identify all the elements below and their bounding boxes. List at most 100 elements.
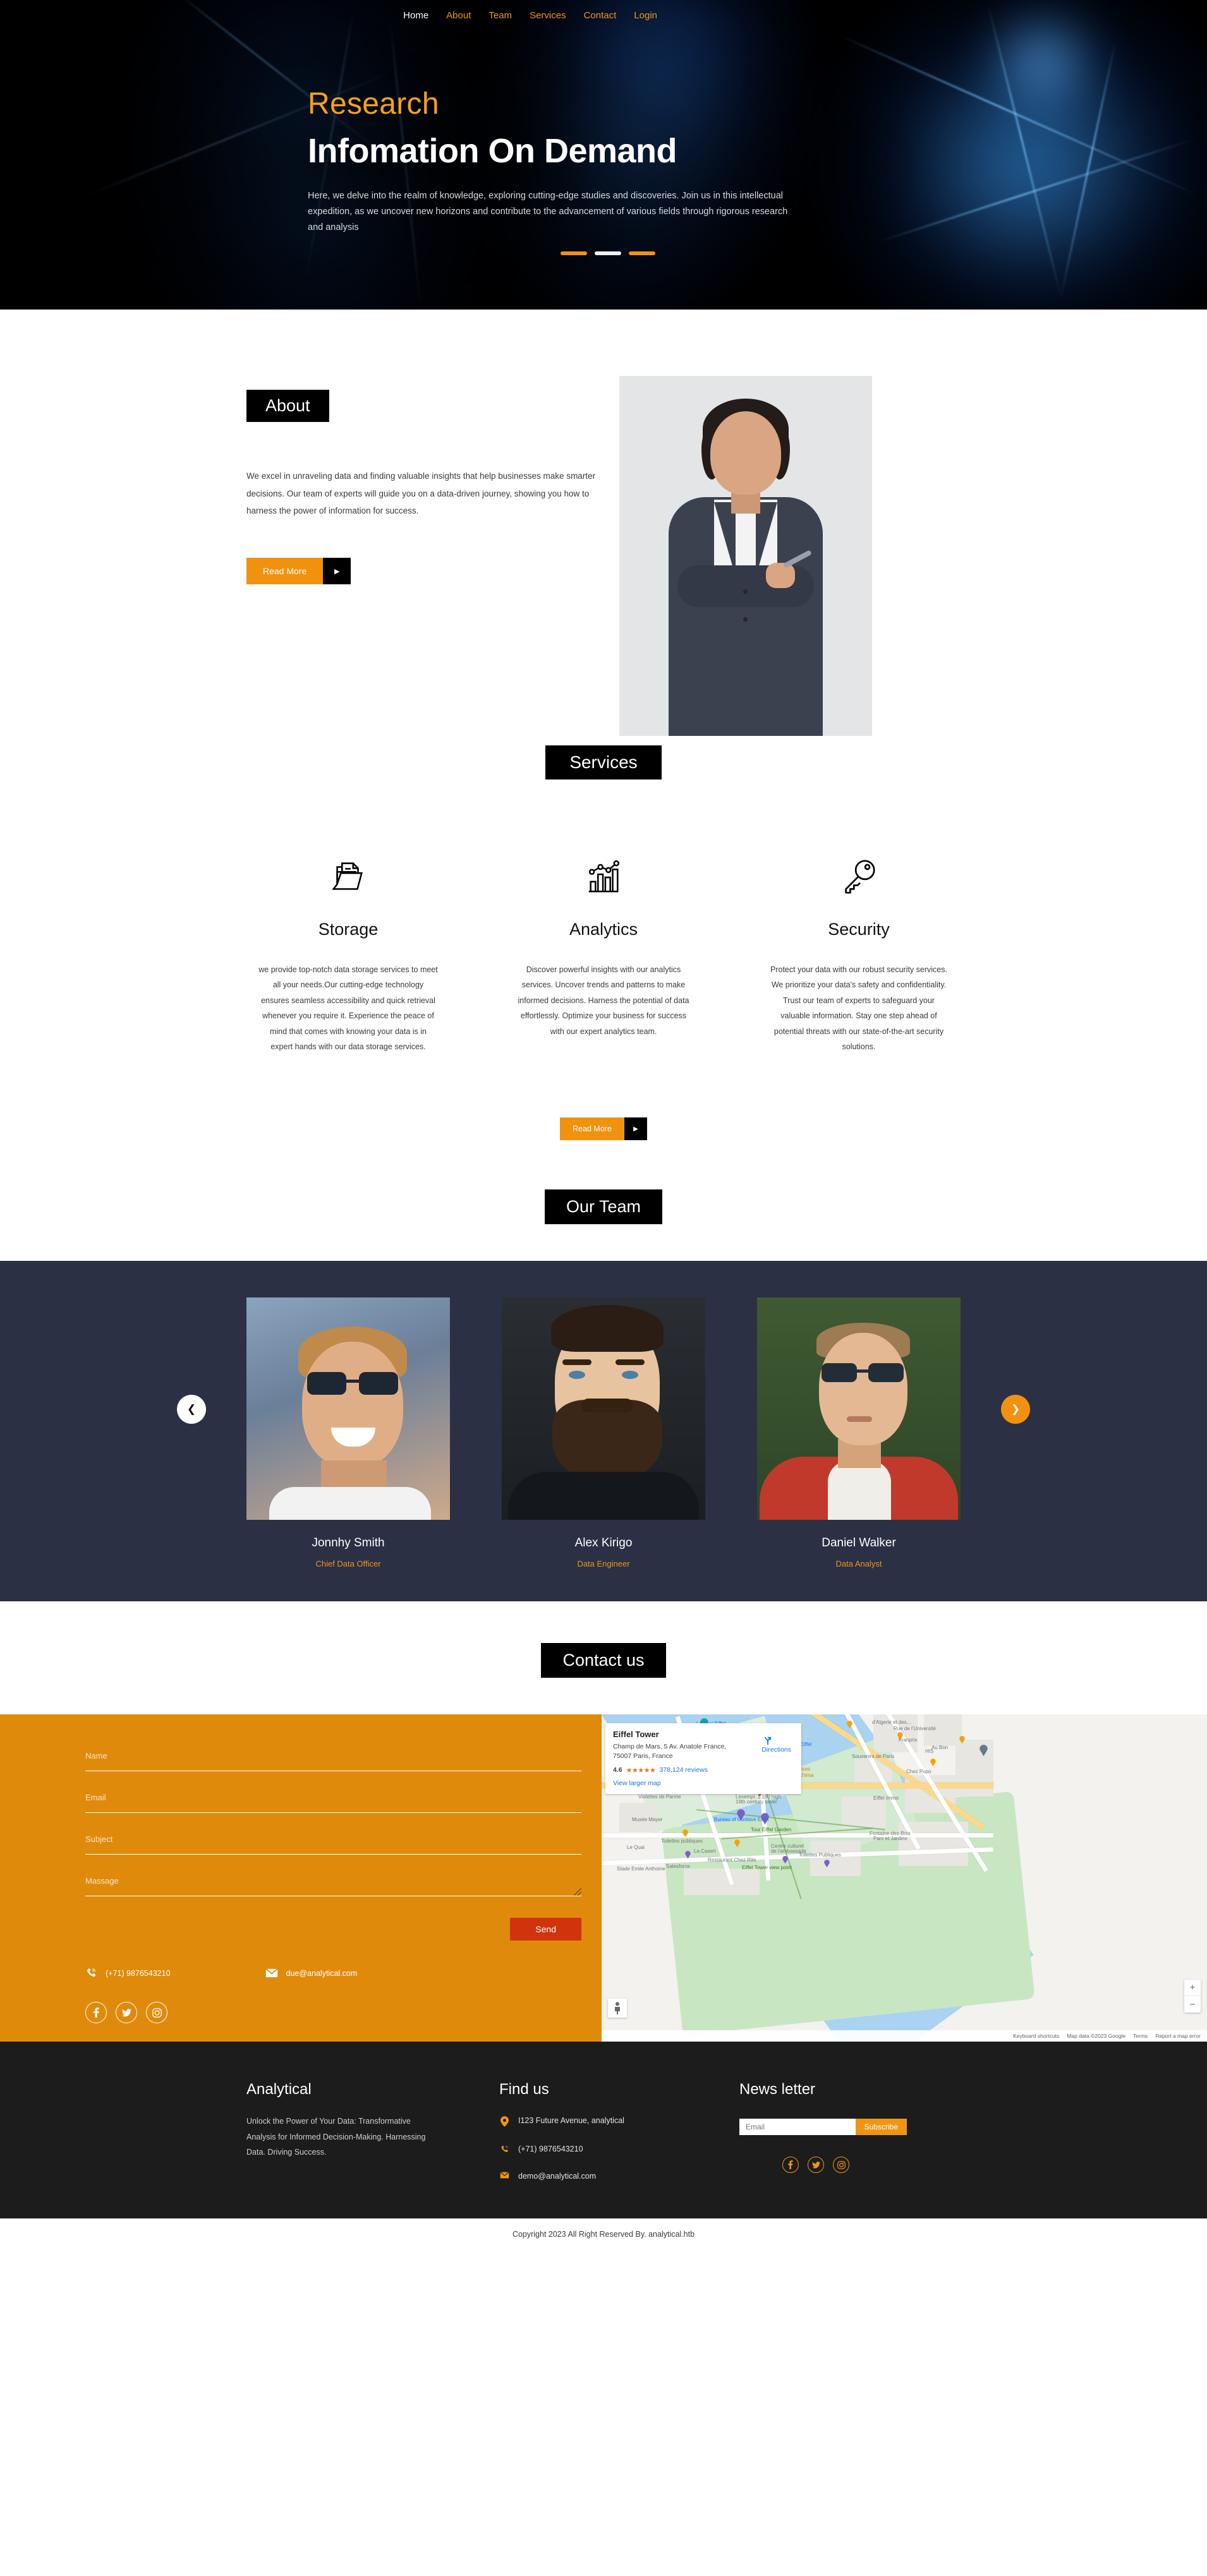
about-heading: About xyxy=(246,390,329,422)
map-label: HIS xyxy=(925,1748,934,1755)
services-section: Services Storage we provide top-notch da… xyxy=(0,739,1207,1141)
service-title-analytics: Analytics xyxy=(569,920,638,939)
footer-address-text: I123 Future Avenue, analytical xyxy=(518,2116,624,2126)
contact-social-links[interactable] xyxy=(85,2002,602,2024)
contact-form-panel: Name Email Subject Massage Send (+71) 98… xyxy=(0,1714,602,2042)
team-member-role: Chief Data Officer xyxy=(315,1559,381,1569)
map-label: Salesforce xyxy=(666,1863,690,1870)
team-member-photo xyxy=(757,1297,961,1520)
contact-label-message: Massage xyxy=(85,1876,119,1886)
map-label: Tour Eiffel Garden xyxy=(751,1827,792,1833)
footer-phone-text: (+71) 9876543210 xyxy=(518,2145,583,2154)
about-portrait-image xyxy=(619,376,872,736)
page-root: Home About Team Services Contact Login R… xyxy=(0,0,1207,2252)
team-member-photo xyxy=(502,1297,705,1520)
team-member-name: Daniel Walker xyxy=(822,1536,896,1550)
team-member-role: Data Analyst xyxy=(835,1559,882,1569)
team-carousel-next-button[interactable]: ❯ xyxy=(1001,1395,1030,1424)
hero-description: Here, we delve into the realm of knowled… xyxy=(308,190,788,233)
contact-label-subject: Subject xyxy=(85,1834,113,1845)
team-carousel-prev-button[interactable]: ❮ xyxy=(177,1395,206,1424)
map-label: Parc et Jardins xyxy=(873,1836,907,1842)
google-map[interactable]: La Tour Eiffel- Tour EiffelAux Délicesdu… xyxy=(602,1714,1207,2042)
nav-item-login[interactable]: Login xyxy=(634,10,657,21)
map-review-count[interactable]: 378,124 reviews xyxy=(659,1766,707,1774)
map-keyboard-shortcuts[interactable]: Keyboard shortcuts xyxy=(1013,2033,1059,2039)
map-label: Le Quai xyxy=(627,1845,645,1851)
map-label: d'Algerie et des... xyxy=(872,1719,911,1726)
map-data-credit: Map data ©2023 Google xyxy=(1067,2033,1126,2040)
footer-email[interactable]: demo@analytical.com xyxy=(499,2172,739,2181)
service-text-storage: we provide top-notch data storage servic… xyxy=(258,965,438,1051)
twitter-icon[interactable] xyxy=(116,2002,137,2024)
folder-documents-icon xyxy=(246,848,450,906)
map-label: 19th century tower xyxy=(736,1799,777,1805)
envelope-icon xyxy=(265,1968,278,1978)
map-label: Violettes de Parme xyxy=(638,1794,681,1800)
nav-item-services[interactable]: Services xyxy=(530,10,566,21)
map-label: La Casert xyxy=(694,1848,716,1855)
map-label: Eiffel Immo xyxy=(873,1795,899,1802)
services-read-more-button[interactable]: Read More ▶ xyxy=(560,1117,647,1141)
contact-phone-text: (+71) 9876543210 xyxy=(106,1968,171,1978)
contact-email[interactable]: due@analytical.com xyxy=(265,1967,358,1979)
service-card-analytics: Analytics Discover powerful insights wit… xyxy=(502,848,705,1054)
map-label: Toilettes Publiques xyxy=(799,1852,841,1858)
map-directions-label: Directions xyxy=(761,1746,791,1754)
bar-chart-trend-icon xyxy=(502,848,705,906)
contact-phone[interactable]: (+71) 9876543210 xyxy=(85,1967,171,1979)
footer-phone[interactable]: (+71) 9876543210 xyxy=(499,2145,739,2154)
team-heading: Our Team xyxy=(544,1189,663,1225)
about-read-more-button[interactable]: Read More ▶ xyxy=(246,558,351,585)
view-larger-map-link[interactable]: View larger map xyxy=(613,1779,661,1787)
hero-dot-1[interactable] xyxy=(561,251,587,255)
send-button[interactable]: Send xyxy=(510,1918,581,1941)
site-footer: Analytical Unlock the Power of Your Data… xyxy=(0,2042,1207,2252)
textarea-resize-grip[interactable] xyxy=(574,1888,581,1896)
hero-carousel-dots[interactable] xyxy=(308,251,1207,255)
nav-item-contact[interactable]: Contact xyxy=(584,10,617,21)
team-member-card[interactable]: Alex Kirigo Data Engineer xyxy=(502,1297,705,1568)
nav-item-about[interactable]: About xyxy=(446,10,471,21)
facebook-icon[interactable] xyxy=(782,2157,799,2174)
instagram-icon[interactable] xyxy=(146,2002,167,2024)
service-text-analytics: Discover powerful insights with our anal… xyxy=(518,965,689,1036)
street-view-pegman[interactable] xyxy=(608,1999,627,2018)
footer-newsletter-column: News letter Subscribe xyxy=(739,2081,961,2181)
map-zoom-out-button[interactable]: − xyxy=(1184,1996,1201,2013)
team-member-card[interactable]: Jonnhy Smith Chief Data Officer xyxy=(246,1297,450,1568)
chevron-left-icon: ❮ xyxy=(186,1403,197,1416)
facebook-icon[interactable] xyxy=(85,2002,107,2024)
newsletter-form[interactable]: Subscribe xyxy=(739,2119,907,2136)
hero-dot-2[interactable] xyxy=(595,251,621,255)
map-terms-link[interactable]: Terms xyxy=(1133,2033,1148,2039)
map-label: Au Bon xyxy=(931,1745,949,1751)
nav-item-home[interactable]: Home xyxy=(403,10,428,21)
map-place-address: Champ de Mars, 5 Av. Anatole France, 750… xyxy=(613,1743,727,1760)
chevron-right-icon: ❯ xyxy=(1010,1403,1021,1416)
team-member-name: Alex Kirigo xyxy=(574,1536,633,1550)
about-read-more-label: Read More xyxy=(246,558,324,585)
about-text: We excel in unraveling data and finding … xyxy=(246,471,596,516)
map-zoom-controls[interactable]: + − xyxy=(1184,1980,1201,2013)
twitter-icon[interactable] xyxy=(808,2157,824,2174)
map-zoom-in-button[interactable]: + xyxy=(1184,1980,1201,1997)
phone-icon xyxy=(499,2145,509,2154)
location-pin-icon xyxy=(499,2116,509,2128)
contact-email-text: due@analytical.com xyxy=(286,1968,358,1978)
hero-dot-3[interactable] xyxy=(629,251,655,255)
subscribe-button[interactable]: Subscribe xyxy=(855,2119,907,2136)
map-report-error-link[interactable]: Report a map error xyxy=(1155,2033,1201,2039)
main-nav[interactable]: Home About Team Services Contact Login xyxy=(0,0,1207,21)
instagram-icon[interactable] xyxy=(833,2157,849,2174)
service-title-storage: Storage xyxy=(318,920,379,939)
footer-social-links[interactable] xyxy=(739,2157,961,2174)
contact-map-panel[interactable]: La Tour Eiffel- Tour EiffelAux Délicesdu… xyxy=(602,1714,1207,2042)
map-label: Souvenirs de Paris xyxy=(852,1754,895,1760)
newsletter-email-input[interactable] xyxy=(739,2119,856,2136)
nav-item-team[interactable]: Team xyxy=(488,10,512,21)
map-rating-stars: ★★★★★ xyxy=(626,1766,656,1774)
contact-label-email: Email xyxy=(85,1793,106,1803)
team-member-card[interactable]: Daniel Walker Data Analyst xyxy=(757,1297,961,1568)
map-directions-button[interactable]: Directions xyxy=(761,1733,791,1754)
